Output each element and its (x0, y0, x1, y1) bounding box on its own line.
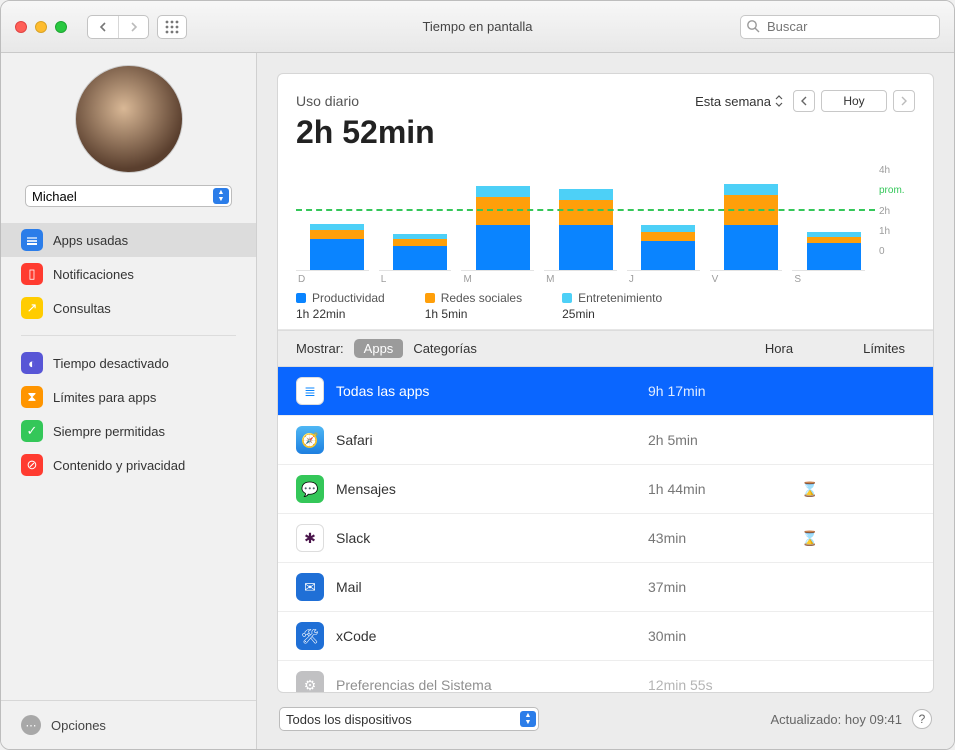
options-icon: ⋯ (21, 715, 41, 735)
app-limit-indicator: ⌛ (790, 530, 830, 547)
app-icon: ⚙ (296, 671, 324, 692)
sidebar-item-label: Tiempo desactivado (53, 356, 169, 371)
back-button[interactable] (88, 16, 118, 38)
sidebar-item-label: Contenido y privacidad (53, 458, 185, 473)
app-row[interactable]: 🧭 Safari 2h 5min (278, 416, 933, 465)
select-indicator-icon: ▲▼ (520, 711, 536, 727)
sidebar-item-label: Consultas (53, 301, 111, 316)
app-name: Mensajes (336, 481, 636, 497)
app-row[interactable]: 🛠 xCode 30min (278, 612, 933, 661)
legend-social: Redes sociales 1h 5min (425, 291, 522, 321)
user-select[interactable]: Michael ▲▼ (25, 185, 232, 207)
select-indicator-icon: ▲▼ (213, 188, 229, 204)
options-label: Opciones (51, 718, 106, 733)
app-name: Safari (336, 432, 636, 448)
app-time: 12min 55s (648, 677, 778, 692)
notifications-icon: ▯ (21, 263, 43, 285)
app-row[interactable]: ⚙ Preferencias del Sistema 12min 55s (278, 661, 933, 692)
column-header-hora: Hora (765, 341, 793, 356)
sidebar-item-always-allowed[interactable]: ✓ Siempre permitidas (1, 414, 256, 448)
minimize-window-button[interactable] (35, 21, 47, 33)
app-time: 1h 44min (648, 481, 778, 497)
prev-period-button[interactable] (793, 90, 815, 112)
content-privacy-icon: ⊘ (21, 454, 43, 476)
legend-productivity: Productividad 1h 22min (296, 291, 385, 321)
app-name: Preferencias del Sistema (336, 677, 636, 692)
zoom-window-button[interactable] (55, 21, 67, 33)
segment-categories[interactable]: Categorías (403, 339, 487, 358)
sidebar-item-label: Límites para apps (53, 390, 156, 405)
app-time: 9h 17min (648, 383, 778, 399)
app-row[interactable]: ✱ Slack 43min ⌛ (278, 514, 933, 563)
column-header-limites: Límites (863, 341, 905, 356)
app-time: 43min (648, 530, 778, 546)
sidebar-item-downtime[interactable]: ◐ Tiempo desactivado (1, 346, 256, 380)
forward-button[interactable] (118, 16, 148, 38)
show-all-prefs-button[interactable] (157, 15, 187, 39)
downtime-icon: ◐ (21, 352, 43, 374)
show-label: Mostrar: (296, 341, 344, 356)
apps-icon (21, 229, 43, 251)
sidebar-item-label: Apps usadas (53, 233, 128, 248)
app-icon: 🧭 (296, 426, 324, 454)
device-select[interactable]: Todos los dispositivos ▲▼ (279, 707, 539, 731)
sidebar-item-app-limits[interactable]: ⧗ Límites para apps (1, 380, 256, 414)
user-avatar (75, 65, 183, 173)
app-limit-indicator: ⌛ (790, 481, 830, 498)
app-name: Slack (336, 530, 636, 546)
app-icon: ✱ (296, 524, 324, 552)
search-input[interactable] (740, 15, 940, 39)
app-row[interactable]: ≣ Todas las apps 9h 17min (278, 367, 933, 416)
sidebar-item-pickups[interactable]: ↗ Consultas (1, 291, 256, 325)
app-icon: ≣ (296, 377, 324, 405)
sidebar-item-label: Notificaciones (53, 267, 134, 282)
app-time: 30min (648, 628, 778, 644)
today-button[interactable]: Hoy (821, 90, 887, 112)
app-time: 37min (648, 579, 778, 595)
app-icon: ✉ (296, 573, 324, 601)
app-time: 2h 5min (648, 432, 778, 448)
sidebar-item-apps-used[interactable]: Apps usadas (1, 223, 256, 257)
search-icon (746, 19, 760, 33)
help-button[interactable]: ? (912, 709, 932, 729)
sidebar-options[interactable]: ⋯ Opciones (1, 700, 256, 749)
app-icon: 🛠 (296, 622, 324, 650)
app-name: xCode (336, 628, 636, 644)
apps-categories-segment: Apps Categorías (354, 339, 487, 358)
app-name: Todas las apps (336, 383, 636, 399)
sidebar-item-label: Siempre permitidas (53, 424, 165, 439)
app-row[interactable]: ✉ Mail 37min (278, 563, 933, 612)
sidebar-item-content-privacy[interactable]: ⊘ Contenido y privacidad (1, 448, 256, 482)
close-window-button[interactable] (15, 21, 27, 33)
back-forward-segment (87, 15, 149, 39)
chart-y-axis: 4hprom.2h1h0 (879, 165, 915, 257)
segment-apps[interactable]: Apps (354, 339, 404, 358)
date-range-select[interactable]: Esta semana (691, 92, 787, 111)
updated-label: Actualizado: hoy 09:41 (770, 712, 902, 727)
legend-entertainment: Entretenimiento 25min (562, 291, 662, 321)
app-list[interactable]: ≣ Todas las apps 9h 17min 🧭 Safari 2h 5min 💬 Me… (278, 367, 933, 692)
total-time: 2h 52min (296, 114, 915, 151)
pickups-icon: ↗ (21, 297, 43, 319)
limits-icon: ⧗ (21, 386, 43, 408)
allowed-icon: ✓ (21, 420, 43, 442)
app-icon: 💬 (296, 475, 324, 503)
sidebar-item-notifications[interactable]: ▯ Notificaciones (1, 257, 256, 291)
usage-chart: DLMMJVS4hprom.2h1h0 (296, 165, 915, 271)
app-name: Mail (336, 579, 636, 595)
app-row[interactable]: 💬 Mensajes 1h 44min ⌛ (278, 465, 933, 514)
next-period-button[interactable] (893, 90, 915, 112)
panel-subtitle: Uso diario (296, 93, 359, 109)
